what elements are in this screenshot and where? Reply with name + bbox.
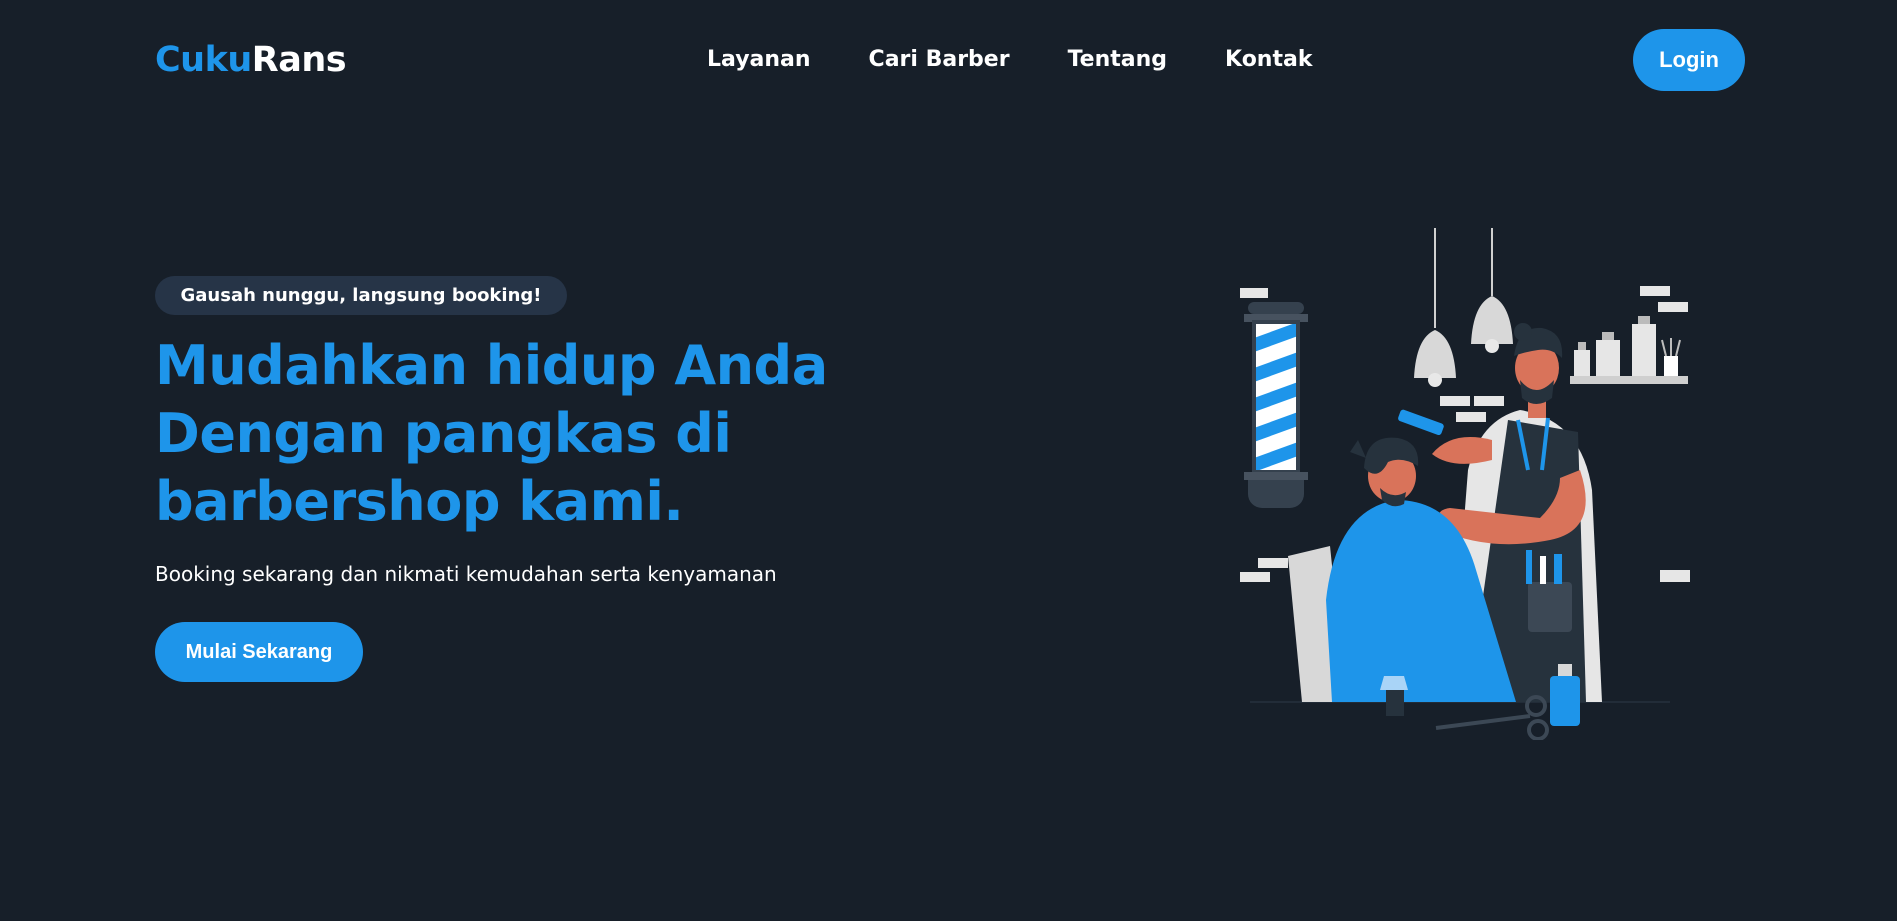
logo-text-cuku: Cuku: [155, 40, 252, 80]
main-nav: Layanan Cari Barber Tentang Kontak: [707, 44, 1312, 76]
navbar: CukuRans Layanan Cari Barber Tentang Kon…: [0, 0, 1897, 120]
hero-title-line-3: barbershop kami.: [155, 470, 684, 533]
brand-logo[interactable]: CukuRans: [155, 36, 347, 84]
barber-illustration: [1240, 228, 1690, 740]
start-now-button[interactable]: Mulai Sekarang: [155, 622, 363, 682]
nav-link-tentang[interactable]: Tentang: [1068, 44, 1167, 76]
login-button[interactable]: Login: [1633, 29, 1745, 91]
barber-pole-icon: [1244, 302, 1308, 508]
shelf-icon: [1570, 316, 1688, 384]
hero-title-line-1: Mudahkan hidup Anda: [155, 334, 828, 397]
logo-text-rans: Rans: [251, 40, 347, 80]
nav-link-kontak[interactable]: Kontak: [1225, 44, 1312, 76]
hero-title: Mudahkan hidup Anda Dengan pangkas di ba…: [155, 332, 875, 536]
hero-badge: Gausah nunggu, langsung booking!: [155, 276, 567, 315]
hero-subtitle: Booking sekarang dan nikmati kemudahan s…: [155, 562, 777, 586]
hero-title-line-2: Dengan pangkas di: [155, 402, 732, 465]
hanging-lamp-icon: [1414, 228, 1513, 387]
nav-link-layanan[interactable]: Layanan: [707, 44, 811, 76]
nav-link-cari-barber[interactable]: Cari Barber: [869, 44, 1010, 76]
